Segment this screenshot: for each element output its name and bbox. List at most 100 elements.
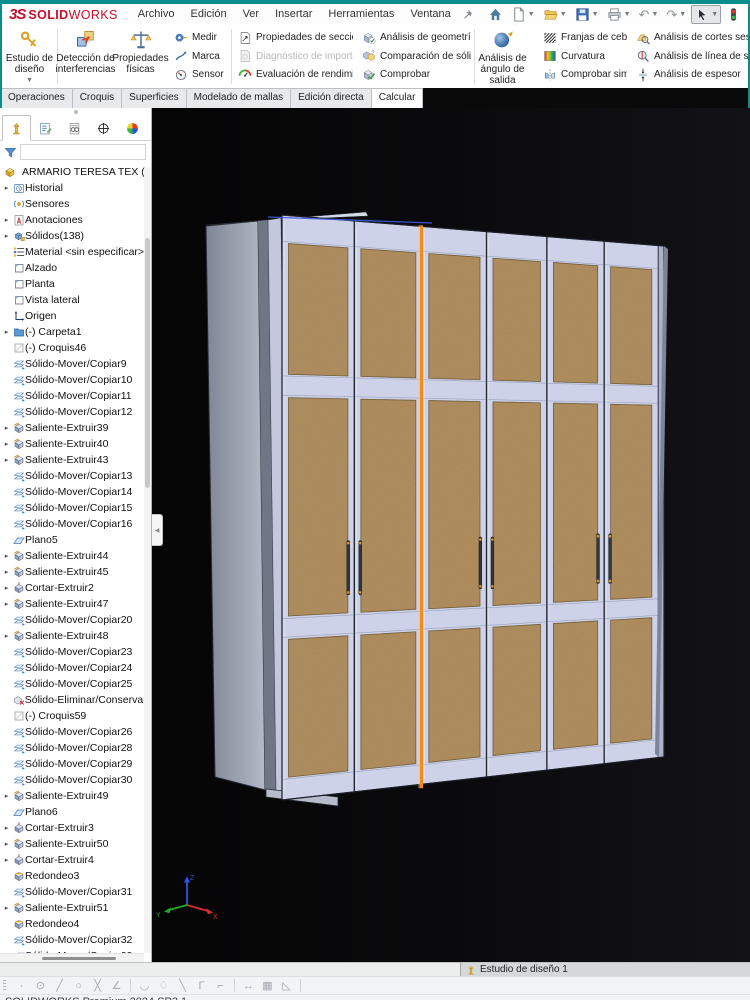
tree-item[interactable]: Sólido-Mover/Copiar25 xyxy=(0,676,144,692)
tree-item[interactable]: Sólido-Mover/Copiar29 xyxy=(0,756,144,772)
expand-arrow-icon[interactable]: ▸ xyxy=(0,632,13,640)
tree-item[interactable]: ▸ Cortar-Extruir3 xyxy=(0,820,144,836)
expand-arrow-icon[interactable]: ▸ xyxy=(0,328,13,336)
pin-menu-icon[interactable] xyxy=(461,8,474,21)
tree-item[interactable]: ▸ Cortar-Extruir4 xyxy=(0,852,144,868)
ribbon-draft-analysis-button[interactable]: Análisis de ángulo de salida xyxy=(475,25,530,88)
tree-item[interactable]: ▸ Saliente-Extruir39 xyxy=(0,420,144,436)
expand-arrow-icon[interactable]: ▸ xyxy=(0,584,13,592)
tree-item[interactable]: Sólido-Mover/Copiar13 xyxy=(0,468,144,484)
tree-item[interactable]: ▸ Anotaciones xyxy=(0,212,144,228)
tree-item[interactable]: Sólido-Mover/Copiar26 xyxy=(0,724,144,740)
ribbon-section-properties-button[interactable]: Propiedades de sección xyxy=(238,29,353,46)
undo-button[interactable]: ↶ ▼ xyxy=(636,5,662,24)
ribbon-design-study-button[interactable]: Estudio de diseño ▼ xyxy=(2,25,57,88)
ribbon-undercut-analysis-button[interactable]: Análisis de cortes sesgados xyxy=(636,29,748,46)
ribbon-interference-detection-button[interactable]: Detección de interferencias xyxy=(55,25,116,88)
tree-filter-input[interactable] xyxy=(20,144,146,160)
tree-root-item[interactable]: ARMARIO TERESA TEX (Predete xyxy=(0,163,151,180)
tree-item[interactable]: (-) Croquis46 xyxy=(0,340,144,356)
tab-calcular[interactable]: Calcular xyxy=(371,88,424,108)
save-button[interactable]: ▼ xyxy=(572,5,602,24)
tab-modelado-de-mallas[interactable]: Modelado de mallas xyxy=(186,88,292,108)
dropdown-caret-icon[interactable]: ▼ xyxy=(624,11,631,18)
tree-item[interactable]: Sólido-Mover/Copiar28 xyxy=(0,740,144,756)
panel-tab-dimxpert-manager[interactable] xyxy=(89,115,118,141)
ribbon-compare-solids-button[interactable]: Comparación de sólidos xyxy=(362,48,471,65)
tree-item[interactable]: Sólido-Mover/Copiar31 xyxy=(0,884,144,900)
dropdown-caret-icon[interactable]: ▼ xyxy=(711,11,718,18)
ribbon-thickness-analysis-button[interactable]: Análisis de espesor xyxy=(636,66,748,83)
panel-tab-feature-manager[interactable] xyxy=(2,115,31,141)
expand-arrow-icon[interactable]: ▸ xyxy=(0,856,13,864)
tree-item[interactable]: Sólido-Mover/Copiar12 xyxy=(0,404,144,420)
tree-item[interactable]: Sólido-Mover/Copiar32 xyxy=(0,932,144,948)
tree-item[interactable]: ▸ Saliente-Extruir43 xyxy=(0,452,144,468)
tab-operaciones[interactable]: Operaciones xyxy=(0,88,73,108)
expand-arrow-icon[interactable]: ▸ xyxy=(0,568,13,576)
tree-item[interactable]: ▸ Saliente-Extruir48 xyxy=(0,628,144,644)
tree-item[interactable]: Redondeo3 xyxy=(0,868,144,884)
tree-item[interactable]: ▸ Sólidos(138) xyxy=(0,228,144,244)
tree-item[interactable]: Plano5 xyxy=(0,532,144,548)
tree-vertical-scrollbar[interactable] xyxy=(144,168,151,953)
dropdown-caret-icon[interactable]: ▼ xyxy=(26,75,33,86)
toolbar-grip[interactable] xyxy=(3,980,6,991)
tree-item[interactable]: ▸ Saliente-Extruir47 xyxy=(0,596,144,612)
menu-ver[interactable]: Ver xyxy=(235,4,268,25)
redo-button[interactable]: ↷ ▼ xyxy=(663,5,689,24)
ribbon-symmetry-check-button[interactable]: Comprobar simetría xyxy=(543,66,627,83)
tree-item[interactable]: ▸ Saliente-Extruir40 xyxy=(0,436,144,452)
menu-archivo[interactable]: Archivo xyxy=(130,4,183,25)
home-button[interactable] xyxy=(485,5,506,24)
tree-item[interactable]: Sólido-Mover/Copiar9 xyxy=(0,356,144,372)
tree-item[interactable]: Plano6 xyxy=(0,804,144,820)
panel-splitter[interactable] xyxy=(0,108,151,115)
dropdown-caret-icon[interactable]: ▼ xyxy=(679,11,686,18)
ribbon-check-entity-button[interactable]: Comprobar xyxy=(362,66,471,83)
tab-superficies[interactable]: Superficies xyxy=(122,88,187,108)
tree-item[interactable]: ▸ Saliente-Extruir49 xyxy=(0,788,144,804)
tree-item[interactable]: ▸ Saliente-Extruir45 xyxy=(0,564,144,580)
ribbon-performance-evaluation-button[interactable]: Evaluación de rendimiento xyxy=(238,66,353,83)
expand-arrow-icon[interactable]: ▸ xyxy=(0,552,13,560)
dropdown-caret-icon[interactable]: ▼ xyxy=(592,11,599,18)
tree-item[interactable]: ▸ Saliente-Extruir44 xyxy=(0,548,144,564)
expand-arrow-icon[interactable]: ▸ xyxy=(0,840,13,848)
tab-edición-directa[interactable]: Edición directa xyxy=(291,88,372,108)
dropdown-caret-icon[interactable]: ▼ xyxy=(651,11,658,18)
expand-arrow-icon[interactable]: ▸ xyxy=(0,216,13,224)
ribbon-mass-properties-button[interactable]: Propiedades físicas xyxy=(112,25,169,88)
tree-item[interactable]: Sólido-Mover/Copiar20 xyxy=(0,612,144,628)
ribbon-zebra-stripes-button[interactable]: Franjas de cebra xyxy=(543,29,627,46)
ribbon-markup-button[interactable]: Marca xyxy=(174,48,228,65)
tree-item[interactable]: Sólido-Mover/Copiar15 xyxy=(0,500,144,516)
panel-tab-configuration-manager[interactable] xyxy=(60,115,89,141)
tree-item[interactable]: Sólido-Mover/Copiar16 xyxy=(0,516,144,532)
tree-item[interactable]: ▸ Cortar-Extruir2 xyxy=(0,580,144,596)
open-button[interactable]: ▼ xyxy=(540,5,570,24)
menu-insertar[interactable]: Insertar xyxy=(267,4,320,25)
tree-item[interactable]: Redondeo4 xyxy=(0,916,144,932)
expand-arrow-icon[interactable]: ▸ xyxy=(0,232,13,240)
menu-ventana[interactable]: Ventana xyxy=(402,4,458,25)
tree-item[interactable]: ▸ Saliente-Extruir50 xyxy=(0,836,144,852)
expand-arrow-icon[interactable]: ▸ xyxy=(0,824,13,832)
wardrobe-side-panel[interactable] xyxy=(205,220,266,791)
expand-arrow-icon[interactable]: ▸ xyxy=(0,792,13,800)
new-file-button[interactable]: ▼ xyxy=(508,5,538,24)
tree-item[interactable]: Sensores xyxy=(0,196,144,212)
dropdown-caret-icon[interactable]: ▼ xyxy=(560,11,567,18)
tab-croquis[interactable]: Croquis xyxy=(72,88,123,108)
ribbon-parting-line-analysis-button[interactable]: Análisis de línea de separa... xyxy=(636,48,748,65)
ribbon-sensor-button[interactable]: Sensor xyxy=(174,66,228,83)
design-study-tab[interactable]: Estudio de diseño 1 xyxy=(460,963,750,976)
wardrobe-doors[interactable] xyxy=(281,214,665,801)
tree-item[interactable]: Alzado xyxy=(0,260,144,276)
tree-item[interactable]: Sólido-Mover/Copiar11 xyxy=(0,388,144,404)
tree-item[interactable]: Origen xyxy=(0,308,144,324)
tree-item[interactable]: Sólido-Mover/Copiar30 xyxy=(0,772,144,788)
tree-item[interactable]: Sólido-Mover/Copiar24 xyxy=(0,660,144,676)
rebuild-traffic-light-button[interactable] xyxy=(723,5,744,24)
panel-tab-property-manager[interactable] xyxy=(31,115,60,141)
